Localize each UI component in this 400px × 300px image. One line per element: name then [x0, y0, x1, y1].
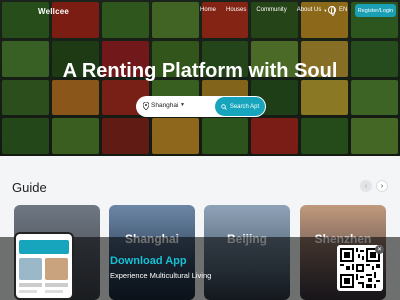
- nav-home[interactable]: Home: [200, 7, 216, 13]
- language-label: EN: [339, 7, 348, 13]
- register-login-button[interactable]: Register/Login: [355, 4, 396, 17]
- map-pin-icon: [143, 102, 149, 110]
- top-nav: Wellcee Home Houses Community About Us ▼…: [0, 0, 400, 22]
- download-app-title: Download App: [110, 255, 187, 267]
- city-select[interactable]: Shanghai: [151, 102, 178, 109]
- chevron-down-icon: ▼: [323, 7, 328, 13]
- city-search-bar: Shanghai ▼ Search Apt: [136, 96, 266, 117]
- language-selector[interactable]: EN: [328, 6, 348, 16]
- nav-about-us[interactable]: About Us ▼: [297, 7, 328, 13]
- globe-icon: [328, 6, 336, 16]
- close-icon[interactable]: ✕: [375, 245, 384, 254]
- chevron-left-icon[interactable]: ‹: [360, 180, 372, 192]
- nav-links: Home Houses Community About Us ▼: [200, 7, 327, 13]
- search-apt-label: Search Apt: [229, 103, 260, 110]
- logo[interactable]: Wellcee: [38, 7, 69, 16]
- nav-houses[interactable]: Houses: [226, 7, 246, 13]
- search-icon: [221, 103, 227, 110]
- download-app-subtitle: Experience Multicultural Living: [110, 271, 212, 280]
- hero-headline: A Renting Platform with Soul: [62, 60, 338, 82]
- chevron-right-icon[interactable]: ›: [376, 180, 388, 192]
- nav-community[interactable]: Community: [256, 7, 286, 13]
- guide-heading: Guide: [12, 180, 47, 195]
- chevron-down-icon[interactable]: ▼: [180, 102, 185, 108]
- search-apt-button[interactable]: Search Apt: [215, 97, 265, 116]
- nav-about-us-label: About Us: [296, 7, 322, 13]
- phone-mockup-image: [14, 232, 74, 300]
